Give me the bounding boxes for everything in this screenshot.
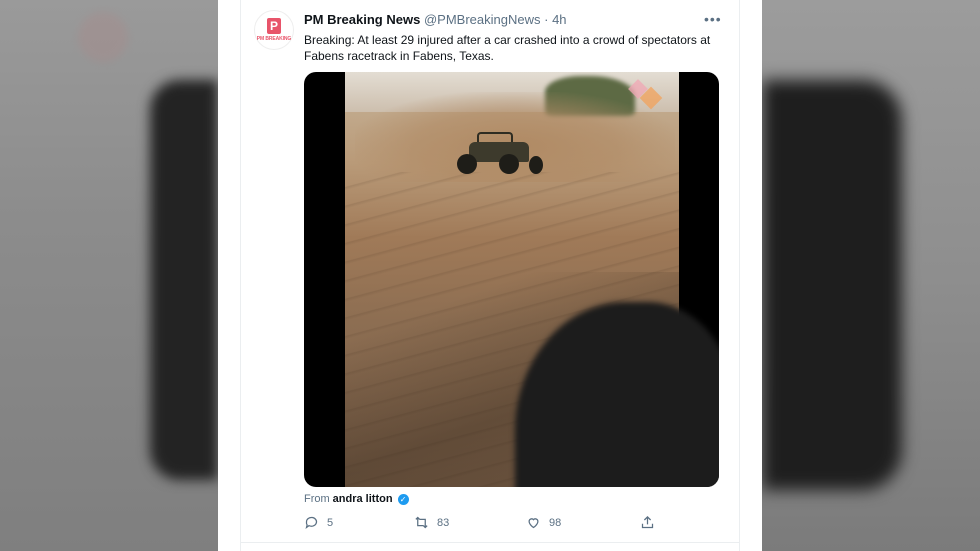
background-logo-ghost [78,12,128,62]
tweet-actions: 5 83 98 [304,515,664,535]
background-right-panel [762,0,980,551]
reply-button[interactable]: 5 [304,515,333,530]
buggy-wheel [529,156,543,174]
video-media[interactable] [304,72,719,487]
retweet-count: 83 [437,516,450,529]
buggy-wheel [499,154,519,174]
verified-badge-icon: ✓ [397,493,409,505]
avatar[interactable]: P PM BREAKING [254,10,294,50]
heart-icon [528,518,539,529]
timeline-border-left [240,0,241,551]
avatar-logo-letter: P [267,18,281,34]
media-source-attribution: From andra litton ✓ [304,493,409,505]
more-options-icon[interactable]: ••• [704,11,722,27]
tweet-divider [240,542,740,543]
share-icon [641,515,654,529]
background-dark-shape [150,80,218,480]
source-prefix: From [304,493,330,505]
source-account-link[interactable]: andra litton [333,493,393,505]
like-button[interactable]: 98 [526,515,561,530]
separator-dot: · [544,12,549,27]
background-left-panel [0,0,218,551]
author-handle[interactable]: @PMBreakingNews [424,12,541,27]
tweet-card[interactable]: P PM BREAKING PM Breaking News @PMBreaki… [218,0,762,551]
video-watermark-icon [625,78,669,114]
avatar-logo-text: PM BREAKING [256,36,292,42]
share-button[interactable] [640,515,655,530]
reply-count: 5 [327,516,334,529]
background-dark-shape [762,80,902,490]
dune-buggy [455,132,545,177]
timeline-border-right [739,0,740,551]
video-frame [345,72,719,487]
buggy-wheel [457,154,477,174]
like-count: 98 [549,516,562,529]
reply-icon [305,516,318,530]
author-name[interactable]: PM Breaking News [304,12,420,27]
tweet-text: Breaking: At least 29 injured after a ca… [304,33,711,63]
retweet-button[interactable]: 83 [414,515,449,530]
tweet-timestamp[interactable]: 4h [552,12,566,27]
tweet-header: PM Breaking News @PMBreakingNews · 4h [304,12,567,27]
retweet-icon [415,516,428,529]
